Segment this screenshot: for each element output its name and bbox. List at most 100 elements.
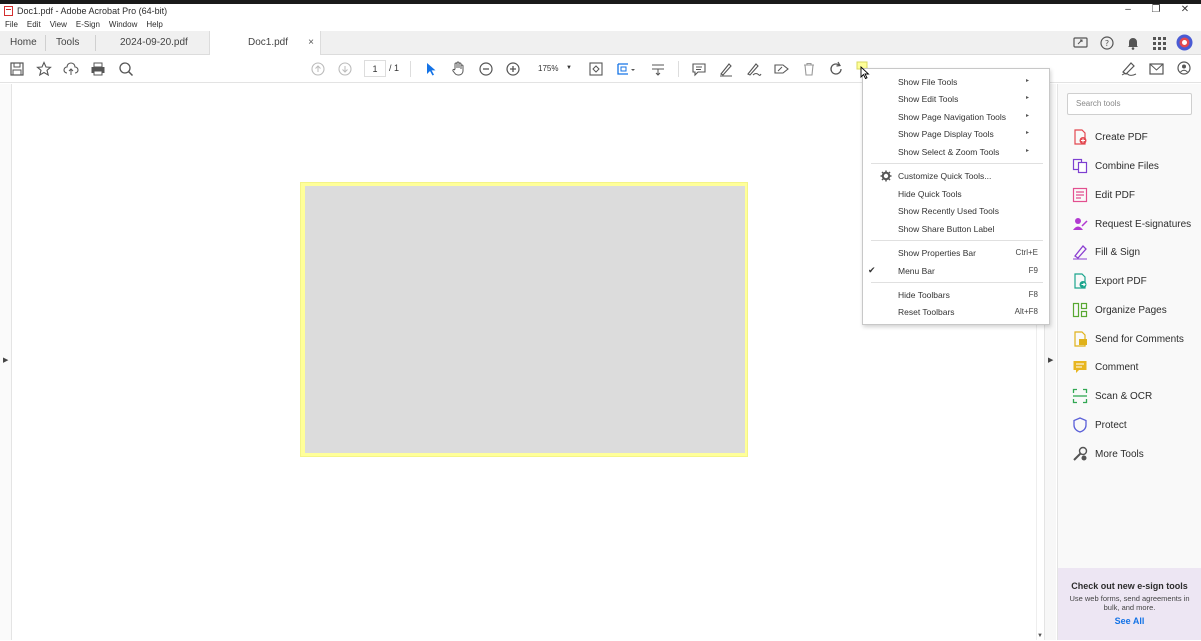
share-user-icon[interactable]: [1176, 60, 1193, 77]
submenu-arrow-icon: ▸: [1025, 113, 1029, 119]
mouse-cursor-icon: [860, 66, 870, 80]
menu-item-show-recently-used-tools[interactable]: Show Recently Used Tools: [863, 203, 1049, 219]
print-icon[interactable]: [90, 61, 106, 77]
protect-icon: [1073, 417, 1087, 433]
menu-item-show-file-tools[interactable]: Show File Tools ▸: [863, 74, 1049, 90]
menu-bar: File Edit View E-Sign Window Help: [0, 18, 1201, 31]
expand-left-panel-icon[interactable]: ▶: [3, 356, 8, 364]
close-button[interactable]: ✕: [1171, 4, 1199, 18]
next-page-icon[interactable]: [337, 61, 353, 77]
menu-item-label: Hide Toolbars: [898, 290, 950, 300]
menu-item-show-properties-bar[interactable]: Show Properties Bar Ctrl+E: [863, 245, 1049, 261]
zoom-out-icon[interactable]: [478, 61, 494, 77]
tool-scan-ocr[interactable]: Scan & OCR: [1067, 385, 1152, 407]
menu-file[interactable]: File: [5, 20, 18, 29]
tool-organize-pages[interactable]: Organize Pages: [1067, 299, 1167, 321]
hand-tool-icon[interactable]: [450, 60, 467, 77]
menu-item-show-page-display-tools[interactable]: Show Page Display Tools ▸: [863, 126, 1049, 142]
left-panel-collapsed[interactable]: ▶: [0, 84, 12, 640]
tool-combine-files[interactable]: Combine Files: [1067, 155, 1159, 177]
share-screen-icon[interactable]: [1073, 35, 1089, 51]
menu-item-customize-quick-tools[interactable]: Customize Quick Tools...: [863, 168, 1049, 184]
collapse-right-panel-icon[interactable]: ▶: [1048, 356, 1053, 364]
edit-tag-icon[interactable]: [773, 61, 790, 77]
delete-trash-icon[interactable]: [801, 61, 817, 77]
save-icon[interactable]: [9, 61, 25, 77]
menu-item-hide-quick-tools[interactable]: Hide Quick Tools: [863, 186, 1049, 202]
checkmark-icon: ✔: [868, 265, 876, 275]
sign-pen-icon[interactable]: [745, 61, 762, 77]
fill-sign-pen-icon[interactable]: [1120, 60, 1138, 77]
tool-label: Protect: [1095, 419, 1127, 431]
menu-esign[interactable]: E-Sign: [76, 20, 100, 29]
menu-separator: [871, 240, 1043, 241]
zoom-level-select[interactable]: 175% ▼: [532, 60, 574, 77]
scan-ocr-icon: [1072, 388, 1088, 404]
tool-protect[interactable]: Protect: [1067, 414, 1127, 436]
bookmark-star-icon[interactable]: [36, 61, 52, 77]
tool-export-pdf[interactable]: Export PDF: [1067, 270, 1147, 292]
tool-request-esignatures[interactable]: Request E-signatures: [1067, 213, 1191, 235]
previous-page-icon[interactable]: [310, 61, 326, 77]
see-all-link[interactable]: See All: [1058, 616, 1201, 626]
menu-edit[interactable]: Edit: [27, 20, 41, 29]
menu-help[interactable]: Help: [146, 20, 162, 29]
tab-tools[interactable]: Tools: [56, 31, 79, 55]
menu-item-hide-toolbars[interactable]: Hide Toolbars F8: [863, 287, 1049, 303]
menu-item-show-select-zoom-tools[interactable]: Show Select & Zoom Tools ▸: [863, 144, 1049, 160]
rotate-icon[interactable]: [828, 61, 844, 77]
pdf-page[interactable]: [305, 186, 745, 453]
tab-close-icon[interactable]: ×: [308, 31, 314, 55]
help-icon[interactable]: ?: [1099, 35, 1115, 51]
tool-label: Edit PDF: [1095, 189, 1136, 201]
tool-label: Send for Comments: [1095, 333, 1184, 345]
menu-window[interactable]: Window: [109, 20, 137, 29]
select-cursor-icon[interactable]: [423, 61, 439, 77]
tab-document-doc1[interactable]: Doc1.pdf ×: [209, 31, 321, 56]
tab-document-2024-09-20[interactable]: 2024-09-20.pdf: [120, 31, 188, 55]
tool-edit-pdf[interactable]: Edit PDF: [1067, 184, 1135, 206]
tool-label: Scan & OCR: [1095, 390, 1153, 402]
toolbar-divider: [678, 61, 679, 77]
menu-item-reset-toolbars[interactable]: Reset Toolbars Alt+F8: [863, 304, 1049, 320]
tool-label: Organize Pages: [1095, 304, 1167, 316]
page-number-input[interactable]: 1: [364, 60, 386, 77]
notifications-bell-icon[interactable]: [1125, 35, 1141, 51]
scroll-down-icon[interactable]: ▼: [1037, 633, 1043, 639]
request-esignatures-icon: [1073, 218, 1088, 230]
tool-comment[interactable]: Comment: [1067, 356, 1138, 378]
menu-item-show-page-navigation-tools[interactable]: Show Page Navigation Tools ▸: [863, 109, 1049, 125]
zoom-in-icon[interactable]: [505, 61, 521, 77]
menu-item-label: Menu Bar: [898, 266, 935, 276]
menu-item-show-edit-tools[interactable]: Show Edit Tools ▸: [863, 91, 1049, 107]
minimize-button[interactable]: –: [1114, 4, 1142, 18]
tool-send-for-comments[interactable]: Send for Comments: [1067, 328, 1184, 350]
upload-cloud-icon[interactable]: [63, 61, 79, 77]
menu-view[interactable]: View: [50, 20, 67, 29]
comment-icon[interactable]: [691, 61, 707, 77]
tab-doc1-label: Doc1.pdf: [248, 37, 289, 48]
promo-title: Check out new e-sign tools: [1071, 581, 1188, 591]
search-tools-input[interactable]: Search tools: [1067, 93, 1192, 115]
apps-grid-icon[interactable]: [1151, 35, 1167, 51]
tool-more-tools[interactable]: More Tools: [1067, 443, 1144, 465]
email-icon[interactable]: [1148, 61, 1165, 77]
scroll-mode-icon[interactable]: [650, 61, 666, 77]
comment-icon: [1073, 361, 1087, 373]
menu-item-label: Show Page Display Tools: [898, 129, 994, 139]
tool-label: Export PDF: [1095, 275, 1147, 287]
avatar[interactable]: [1176, 34, 1193, 51]
fit-page-icon[interactable]: [588, 61, 604, 77]
menu-item-label: Hide Quick Tools: [898, 189, 962, 199]
tool-label: Comment: [1095, 361, 1139, 373]
menu-item-show-share-button-label[interactable]: Show Share Button Label: [863, 221, 1049, 237]
search-icon[interactable]: [118, 61, 134, 77]
highlight-pen-icon[interactable]: [718, 61, 734, 77]
tab-home[interactable]: Home: [10, 31, 37, 55]
maximize-button[interactable]: ❐: [1142, 4, 1170, 18]
menu-item-menu-bar[interactable]: ✔ Menu Bar F9: [863, 263, 1049, 279]
menu-item-label: Show Share Button Label: [898, 224, 995, 234]
tool-create-pdf[interactable]: Create PDF: [1067, 126, 1148, 148]
page-display-icon[interactable]: [616, 61, 636, 77]
tool-fill-sign[interactable]: Fill & Sign: [1067, 241, 1140, 263]
